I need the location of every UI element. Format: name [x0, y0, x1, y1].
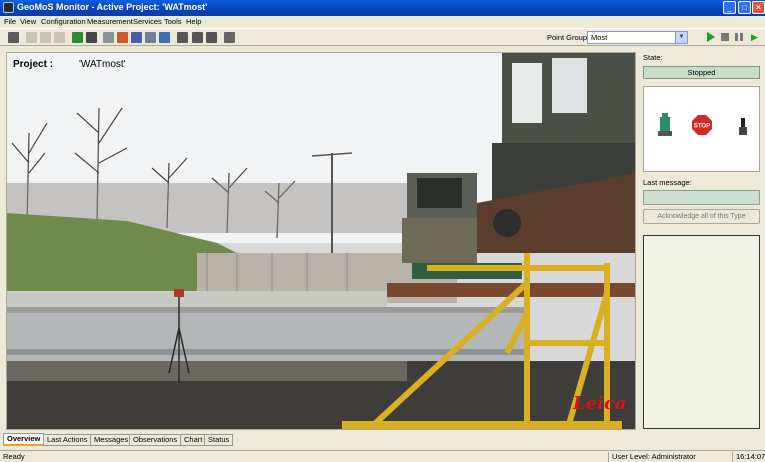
menu-configuration[interactable]: Configuration [41, 17, 86, 26]
sensor-icon[interactable] [72, 32, 83, 43]
stop-sign-text: STOP [694, 124, 710, 130]
menu-tools[interactable]: Tools [164, 17, 182, 26]
close-button[interactable]: ✕ [752, 1, 765, 14]
total-station-icon [658, 113, 672, 136]
leica-logo: Leica [573, 393, 627, 414]
site-photo [7, 53, 635, 429]
acknowledge-button[interactable]: Acknowledge all of this Type [643, 209, 760, 224]
last-message-label: Last message: [643, 178, 692, 187]
last-message-field [643, 190, 760, 205]
window-title: GeoMoS Monitor - Active Project: 'WATmos… [17, 2, 208, 12]
point-group-select[interactable]: Most ▼ [587, 31, 688, 44]
menu-file[interactable]: File [4, 17, 16, 26]
state-panel: State: Stopped STOP Last message: Acknow… [640, 49, 765, 431]
status-text: Ready [3, 452, 25, 461]
point-group-value: Most [591, 33, 608, 42]
project-icon[interactable] [8, 32, 19, 43]
network-icon[interactable] [192, 32, 203, 43]
state-value: Stopped [643, 66, 760, 79]
state-label: State: [643, 53, 663, 62]
chevron-down-icon[interactable]: ▼ [675, 32, 687, 43]
preview-icon[interactable] [54, 32, 65, 43]
printer-icon[interactable] [177, 32, 188, 43]
tab-bar: Overview Last Actions Messages Observati… [0, 433, 765, 447]
toolbar: Point Group: Most ▼ ▶ [0, 28, 765, 46]
stop-icon[interactable] [721, 33, 729, 41]
point-group-label: Point Group: [547, 33, 590, 42]
minimize-button[interactable]: _ [723, 1, 736, 14]
pause-icon[interactable] [735, 33, 743, 41]
menu-bar: File View Configuration Measurement Serv… [0, 16, 765, 27]
play-icon[interactable] [707, 32, 715, 42]
app-icon [3, 2, 14, 13]
project-name: 'WATmost' [79, 59, 126, 70]
maximize-button[interactable]: □ [738, 1, 751, 14]
title-bar: GeoMoS Monitor - Active Project: 'WATmos… [0, 0, 765, 16]
help-icon[interactable] [224, 32, 235, 43]
print-icon[interactable] [40, 32, 51, 43]
tab-messages[interactable]: Messages [90, 434, 133, 446]
step-play-icon[interactable]: ▶ [751, 32, 760, 42]
sensor-icon [739, 118, 747, 135]
menu-measurement[interactable]: Measurement [87, 17, 133, 26]
tab-last-actions[interactable]: Last Actions [43, 434, 92, 446]
group-icon[interactable] [131, 32, 142, 43]
tab-overview[interactable]: Overview [3, 433, 45, 446]
points-icon[interactable] [103, 32, 114, 43]
prism-icon[interactable] [86, 32, 97, 43]
copy-icon[interactable] [26, 32, 37, 43]
tab-chart[interactable]: Chart [180, 434, 207, 446]
menu-view[interactable]: View [20, 17, 36, 26]
tab-status[interactable]: Status [204, 434, 234, 446]
window-icon[interactable] [145, 32, 156, 43]
user-level: User Level: Administrator [612, 452, 696, 461]
stop-sign-icon: STOP [692, 115, 712, 135]
status-bar: Ready User Level: Administrator 16:14:07 [0, 450, 765, 462]
menu-help[interactable]: Help [186, 17, 201, 26]
tools-icon[interactable] [206, 32, 217, 43]
camera-view: Project : 'WATmost' Leica [6, 52, 636, 430]
chart-icon[interactable] [159, 32, 170, 43]
limits-icon[interactable] [117, 32, 128, 43]
menu-services[interactable]: Services [133, 17, 162, 26]
status-icons: STOP [643, 86, 760, 172]
tab-observations[interactable]: Observations [129, 434, 182, 446]
project-label: Project : [13, 59, 54, 70]
clock: 16:14:07 [736, 452, 765, 461]
message-list[interactable] [643, 235, 760, 429]
